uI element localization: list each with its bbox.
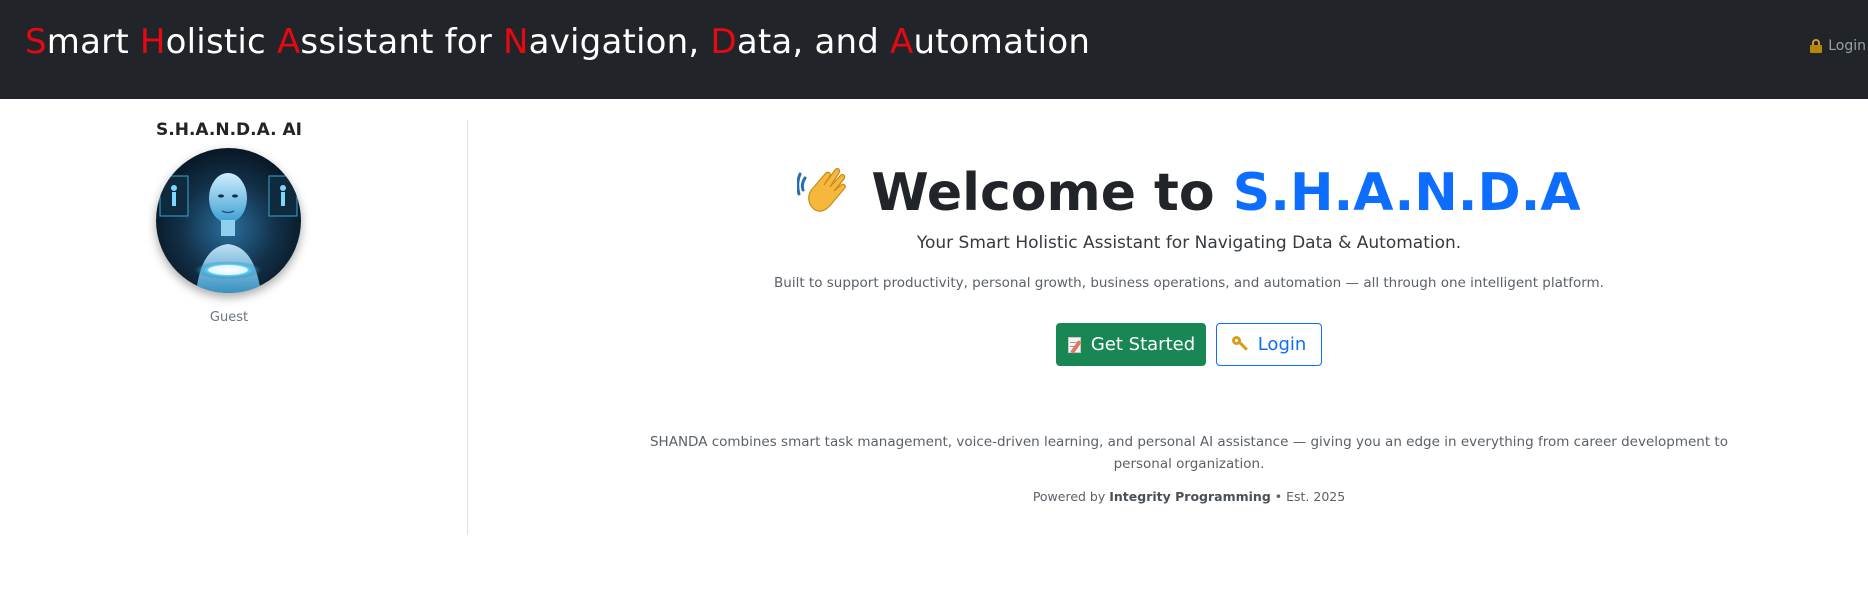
powered-company: Integrity Programming xyxy=(1109,489,1271,504)
waving-hand-icon xyxy=(797,167,847,212)
top-navbar: Smart Holistic Assistant for Navigation,… xyxy=(0,0,1868,99)
brand-part: Automation xyxy=(890,22,1091,62)
brand-part: Smart xyxy=(25,22,140,62)
powered-prefix: Powered by xyxy=(1032,489,1106,504)
welcome-prefix: Welcome to xyxy=(871,163,1215,223)
brand-part: Holistic xyxy=(139,22,277,62)
brand-title[interactable]: Smart Holistic Assistant for Navigation,… xyxy=(25,22,1090,62)
description: Built to support productivity, personal … xyxy=(774,275,1604,291)
ai-avatar-image xyxy=(156,148,301,293)
sidebar-title: S.H.A.N.D.A. AI xyxy=(156,120,302,140)
key-icon xyxy=(1231,335,1250,354)
subtitle: Your Smart Holistic Assistant for Naviga… xyxy=(916,233,1462,253)
login-label: Login xyxy=(1257,334,1307,355)
about-text: SHANDA combines smart task management, v… xyxy=(649,434,1728,472)
nav-login-link[interactable]: Login xyxy=(1809,38,1866,54)
powered-suffix: • Est. 2025 xyxy=(1274,489,1346,504)
user-role: Guest xyxy=(209,310,249,325)
brand-part: Data, and xyxy=(710,22,891,62)
avatar xyxy=(156,148,301,293)
welcome-heading: Welcome to S.H.A.N.D.A xyxy=(469,160,1868,223)
nav-login-label: Login xyxy=(1828,38,1866,54)
memo-icon xyxy=(1067,336,1083,354)
welcome-accent: S.H.A.N.D.A xyxy=(1232,163,1581,223)
powered-by: Powered by Integrity Programming • Est. … xyxy=(469,489,1868,504)
sidebar: S.H.A.N.D.A. AI Guest xyxy=(0,120,468,535)
get-started-button[interactable]: Get Started xyxy=(1056,323,1206,366)
lock-icon xyxy=(1809,39,1823,53)
login-button[interactable]: Login xyxy=(1216,323,1322,366)
brand-part: Navigation, xyxy=(503,22,711,62)
brand-part: Assistant for xyxy=(276,22,504,62)
get-started-label: Get Started xyxy=(1090,334,1196,355)
main-content: Welcome to S.H.A.N.D.A Your Smart Holist… xyxy=(469,120,1868,540)
